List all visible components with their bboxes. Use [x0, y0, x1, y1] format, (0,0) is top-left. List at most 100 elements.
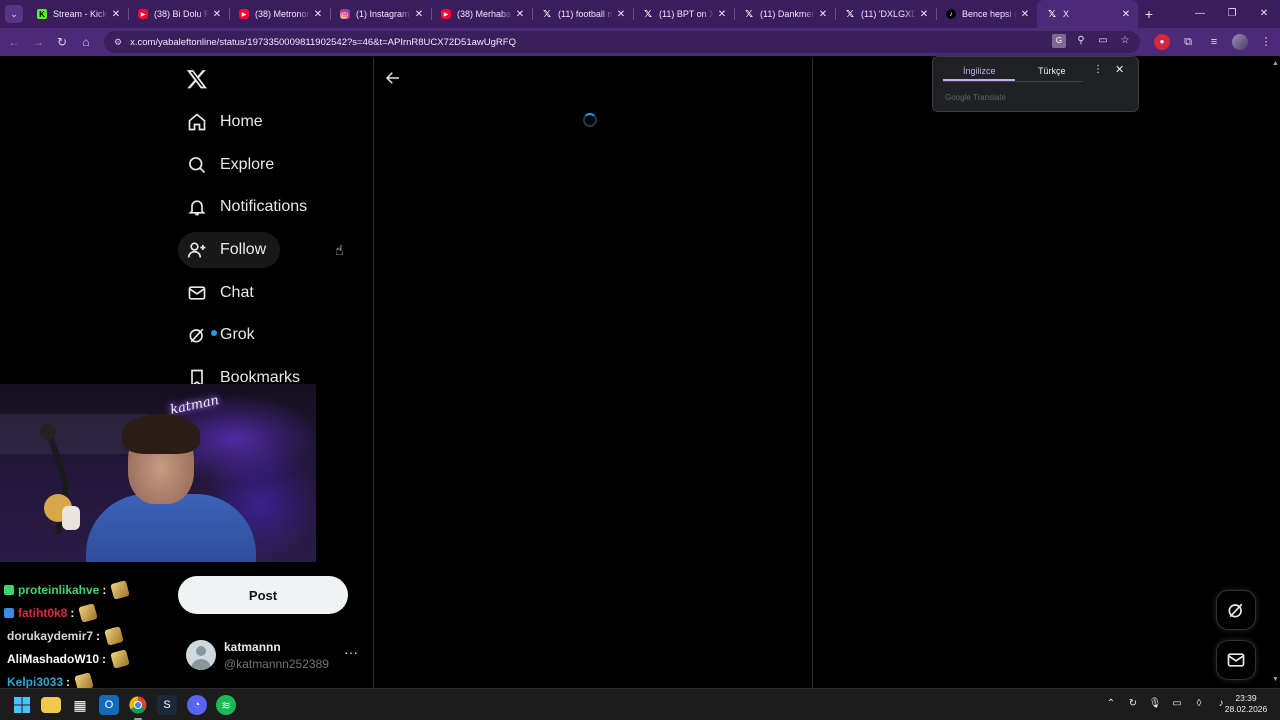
- browser-tab[interactable]: ▶ (38) Bi Dolu Ra✕: [128, 0, 229, 28]
- network-icon[interactable]: ◊: [1192, 698, 1206, 709]
- chrome-icon[interactable]: [128, 695, 148, 720]
- nav-home[interactable]: Home: [178, 104, 277, 140]
- tab-title: (11) Dankmem: [760, 9, 815, 19]
- adblock-extension-icon[interactable]: ●: [1154, 34, 1170, 50]
- back-button[interactable]: ←: [2, 35, 26, 49]
- nav-follow[interactable]: Follow: [178, 232, 281, 268]
- tray-overflow-icon[interactable]: ⌃: [1104, 698, 1118, 709]
- account-switcher[interactable]: katmannn @katmannn252389 ···: [186, 640, 366, 674]
- emote-icon: [110, 580, 131, 600]
- grok-floating-button[interactable]: [1216, 590, 1256, 630]
- file-explorer-icon[interactable]: [41, 697, 61, 713]
- x-icon: 𝕏: [845, 8, 855, 20]
- zoom-icon[interactable]: ⚲: [1074, 34, 1088, 48]
- tab-close-icon[interactable]: ✕: [108, 9, 124, 20]
- reload-button[interactable]: ↻: [50, 35, 74, 49]
- tiktok-icon: ♪: [946, 9, 956, 19]
- avatar: [186, 640, 216, 670]
- more-options-icon[interactable]: ···: [344, 644, 358, 660]
- scroll-down-arrow[interactable]: ▼: [1272, 676, 1279, 683]
- browser-tab[interactable]: K Stream - Kick D✕: [27, 0, 128, 28]
- browser-tab[interactable]: ▶ (38) Merhaba ✕: [431, 0, 532, 28]
- x-icon: 𝕏: [542, 8, 552, 20]
- youtube-icon: ▶: [138, 9, 148, 19]
- bookmark-star-icon[interactable]: ☆: [1118, 34, 1132, 48]
- nav-notifications[interactable]: Notifications: [178, 189, 321, 225]
- nav-grok[interactable]: Grok: [178, 317, 269, 353]
- microphone-icon[interactable]: 🎙: [1148, 698, 1162, 709]
- sync-icon[interactable]: ↻: [1126, 698, 1140, 709]
- x-logo-icon[interactable]: [186, 68, 208, 90]
- browser-tab[interactable]: 𝕏 (11) 'DXLGXDE✕: [835, 0, 936, 28]
- translate-target-tab[interactable]: Türkçe: [1038, 66, 1066, 76]
- tab-title: (38) Merhaba: [457, 9, 512, 19]
- browser-tab[interactable]: 𝕏 X ✕: [1037, 0, 1138, 28]
- tab-title: (11) 'DXLGXDE: [861, 9, 916, 19]
- grok-badge-dot: [211, 330, 217, 336]
- browser-tab[interactable]: 𝕏 (11) football m ✕: [532, 0, 633, 28]
- close-window-icon[interactable]: ✕: [1248, 0, 1280, 28]
- media-control-icon[interactable]: ≡: [1206, 34, 1222, 50]
- browser-tab[interactable]: ♪ Bence hepsi g ✕: [936, 0, 1037, 28]
- tab-close-icon[interactable]: ✕: [512, 9, 528, 20]
- tab-close-icon[interactable]: ✕: [411, 9, 427, 20]
- tab-search-button[interactable]: ⌄: [5, 5, 23, 23]
- restore-icon[interactable]: ❐: [1216, 0, 1248, 28]
- grok-icon: [186, 324, 217, 346]
- windows-start-icon[interactable]: [12, 695, 32, 715]
- display-icon[interactable]: ▭: [1170, 698, 1184, 709]
- browser-menu-icon[interactable]: ⋮: [1258, 34, 1274, 50]
- chat-message: proteinlikahve :: [4, 580, 131, 600]
- new-tab-button[interactable]: +: [1138, 6, 1160, 22]
- site-info-icon[interactable]: ⚙: [114, 37, 122, 48]
- extensions-puzzle-icon[interactable]: ⧉: [1180, 34, 1196, 50]
- home-button[interactable]: ⌂: [74, 35, 98, 49]
- emote-icon: [110, 649, 130, 669]
- tab-close-icon[interactable]: ✕: [1017, 9, 1033, 20]
- messages-floating-button[interactable]: [1216, 640, 1256, 680]
- taskbar-clock[interactable]: 23:39 28.02.2026: [1222, 693, 1270, 715]
- forward-button[interactable]: →: [26, 35, 50, 49]
- column-divider-left: [373, 58, 374, 688]
- tab-title: Bence hepsi g: [962, 9, 1017, 19]
- browser-tab[interactable]: ▶ (38) Metronom ✕: [229, 0, 330, 28]
- chat-message: dorukaydemir7 :: [7, 626, 124, 646]
- translate-popup: İngilizce Türkçe ⋮ ✕ Google Translate: [932, 56, 1139, 112]
- mail-icon: [1227, 653, 1245, 667]
- clock-date: 28.02.2026: [1224, 704, 1268, 714]
- streamer-shirt: [86, 494, 256, 562]
- tab-close-icon[interactable]: ✕: [916, 9, 932, 20]
- instagram-icon: ◎: [340, 9, 350, 19]
- spotify-icon[interactable]: ≋: [216, 695, 236, 715]
- account-handle: @katmannn252389: [224, 657, 329, 671]
- tab-close-icon[interactable]: ✕: [613, 9, 629, 20]
- post-button[interactable]: Post: [178, 576, 348, 614]
- discord-icon[interactable]: ◔: [187, 695, 207, 715]
- translate-source-tab[interactable]: İngilizce: [963, 66, 996, 76]
- back-arrow-icon[interactable]: [384, 69, 402, 87]
- steam-icon[interactable]: S: [157, 695, 177, 715]
- tab-close-icon[interactable]: ✕: [310, 9, 326, 20]
- person-add-icon: [186, 239, 208, 261]
- bell-icon: [186, 196, 208, 218]
- browser-tab[interactable]: ◎ (1) Instagram ✕: [330, 0, 431, 28]
- outlook-icon[interactable]: O: [99, 695, 119, 715]
- store-icon[interactable]: ▦: [70, 695, 90, 715]
- translate-icon[interactable]: G: [1052, 34, 1066, 48]
- browser-tab[interactable]: 𝕏 (11) BPT on X ✕: [633, 0, 734, 28]
- browser-tab[interactable]: 𝕏 (11) Dankmem ✕: [734, 0, 835, 28]
- tab-close-icon[interactable]: ✕: [1118, 9, 1134, 20]
- tab-close-icon[interactable]: ✕: [714, 9, 730, 20]
- install-app-icon[interactable]: ▭: [1096, 34, 1110, 48]
- nav-explore[interactable]: Explore: [178, 147, 288, 183]
- address-bar[interactable]: ⚙ x.com/yabaleftonline/status/1973350009…: [104, 31, 1140, 53]
- tab-close-icon[interactable]: ✕: [815, 9, 831, 20]
- minimize-icon[interactable]: —: [1184, 0, 1216, 28]
- profile-avatar-icon[interactable]: [1232, 34, 1248, 50]
- translate-options-icon[interactable]: ⋮: [1093, 64, 1103, 75]
- nav-chat[interactable]: Chat: [178, 275, 268, 311]
- translate-close-icon[interactable]: ✕: [1115, 63, 1124, 76]
- mail-icon: [186, 282, 208, 304]
- tab-close-icon[interactable]: ✕: [209, 9, 225, 20]
- scroll-up-arrow[interactable]: ▲: [1272, 60, 1279, 67]
